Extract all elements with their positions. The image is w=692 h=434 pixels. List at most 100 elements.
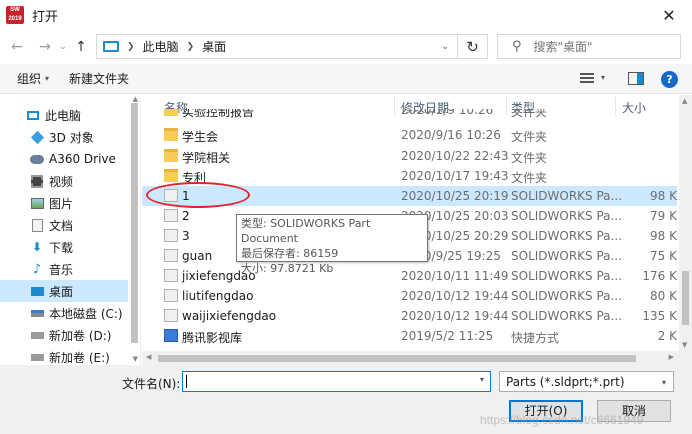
recent-locations-chevron-icon[interactable]: ⌄ — [56, 42, 70, 52]
solidworks-app-icon: SW 2019 — [6, 6, 24, 24]
file-type: 文件夹 — [511, 130, 548, 144]
file-row[interactable]: 学院相关 2020/10/22 22:43 文件夹 — [142, 146, 677, 166]
sidebar-item-3d-objects[interactable]: 3D 对象 — [0, 126, 128, 148]
file-row[interactable]: waijixiefengdao 2020/10/12 19:44 SOLIDWO… — [142, 306, 677, 326]
drive-icon — [30, 350, 44, 364]
sidebar-item-pictures[interactable]: 图片 — [0, 192, 128, 214]
navigation-pane: 此电脑 3D 对象 A360 Drive 视频 图片 文档 ⬇ 下载 ♪ 音乐 … — [0, 95, 141, 365]
cube-icon — [30, 130, 44, 144]
file-row[interactable]: 学生会 2020/9/16 10:26 文件夹 — [142, 125, 677, 145]
search-icon: ⚲ — [512, 39, 522, 54]
drive-icon — [30, 328, 44, 342]
scroll-up-icon[interactable]: ▲ — [682, 97, 687, 105]
file-name: waijixiefengdao — [182, 309, 277, 323]
up-arrow-icon[interactable]: ↑ — [70, 39, 92, 55]
file-row[interactable]: 腾讯影视库 2019/5/2 11:25 快捷方式 2 K — [142, 326, 677, 346]
file-type: SOLIDWORKS Pa... — [511, 309, 622, 323]
folder-icon — [164, 169, 178, 182]
part-file-icon — [164, 309, 178, 322]
search-box[interactable]: ⚲ 搜索"桌面" — [497, 34, 681, 59]
file-size: 75 K — [650, 249, 677, 263]
window-title: 打开 — [32, 9, 59, 25]
horizontal-scroll-thumb[interactable] — [158, 355, 636, 362]
file-size: 80 K — [650, 289, 677, 303]
file-type: SOLIDWORKS Pa... — [511, 249, 622, 263]
file-row[interactable]: liutifengdao 2020/10/12 19:44 SOLIDWORKS… — [142, 286, 677, 306]
file-date: 2020/10/25 20:19 — [401, 189, 509, 203]
breadcrumb-desktop[interactable]: 桌面 — [202, 38, 226, 55]
back-arrow-icon[interactable]: ← — [6, 39, 28, 55]
sidebar-item-a360-drive[interactable]: A360 Drive — [0, 148, 128, 170]
file-type-select[interactable]: Parts (*.sldprt;*.prt) ▾ — [499, 371, 674, 392]
help-icon[interactable]: ? — [661, 71, 678, 88]
tooltip-type: 类型: SOLIDWORKS Part Document — [241, 217, 371, 245]
file-date: 2020/10/17 19:43 — [401, 169, 509, 183]
sidebar-item-desktop[interactable]: 桌面 — [0, 280, 128, 302]
scroll-left-icon[interactable]: ◀ — [146, 353, 151, 361]
filename-label: 文件名(N): — [122, 377, 181, 391]
file-date: 2020/9/16 10:26 — [401, 128, 501, 142]
file-list-scroll-thumb[interactable] — [682, 271, 689, 325]
scroll-down-icon[interactable]: ▼ — [133, 355, 138, 363]
sidebar-item-label: 3D 对象 — [49, 130, 94, 145]
folder-icon — [164, 109, 178, 116]
file-size: 98 K — [650, 229, 677, 243]
file-size: 135 K — [642, 309, 677, 323]
file-type: 快捷方式 — [511, 331, 560, 345]
scroll-up-icon[interactable]: ▲ — [133, 95, 138, 103]
address-bar[interactable]: ❯ 此电脑 ❯ 桌面 ⌄ — [96, 34, 458, 59]
sidebar-item-label: 本地磁盘 (C:) — [49, 306, 123, 321]
download-icon: ⬇ — [31, 240, 43, 254]
file-name: 学生会 — [182, 130, 219, 144]
sidebar-scrollbar[interactable]: ▲ ▼ — [128, 95, 140, 365]
file-name: 腾讯影视库 — [182, 331, 243, 345]
chevron-down-icon[interactable]: ▾ — [601, 73, 605, 82]
file-list-scrollbar[interactable]: ▲ ▼ — [679, 95, 692, 351]
chevron-right-icon[interactable]: ❯ — [187, 42, 195, 52]
horizontal-scrollbar[interactable]: ◀ ▶ — [142, 351, 692, 365]
sidebar-item-downloads[interactable]: ⬇ 下载 — [0, 236, 128, 258]
refresh-button[interactable]: ↻ — [458, 34, 488, 59]
video-icon — [30, 174, 44, 188]
file-size: 176 K — [642, 269, 677, 283]
music-icon: ♪ — [32, 261, 42, 277]
sidebar-item-volume-d[interactable]: 新加卷 (D:) — [0, 324, 128, 346]
new-folder-button[interactable]: 新建文件夹 — [69, 70, 129, 87]
folder-icon — [164, 128, 178, 141]
sidebar-item-documents[interactable]: 文档 — [0, 214, 128, 236]
pc-icon — [103, 41, 119, 52]
folder-icon — [164, 149, 178, 162]
filename-input[interactable]: ▾ — [182, 371, 491, 392]
sidebar-item-music[interactable]: ♪ 音乐 — [0, 258, 128, 280]
file-info-tooltip: 类型: SOLIDWORKS Part Document 最后保存者: 8615… — [236, 214, 428, 275]
scroll-down-icon[interactable]: ▼ — [682, 341, 687, 349]
desktop-icon — [30, 284, 44, 298]
file-date: 2020/10/12 19:44 — [401, 289, 509, 303]
file-row[interactable]: 实验控制报告 2020/1/9 10:26 文件夹 — [142, 109, 677, 121]
file-date: 2020/10/22 22:43 — [401, 149, 509, 163]
part-file-icon — [164, 269, 178, 282]
file-date: 2020/1/9 10:26 — [401, 109, 494, 117]
file-type: 文件夹 — [511, 151, 548, 165]
organize-button[interactable]: 组织 ▾ — [17, 70, 49, 87]
chevron-down-icon[interactable]: ▾ — [480, 375, 484, 384]
close-button[interactable]: ✕ — [646, 0, 692, 30]
file-type: SOLIDWORKS Pa... — [511, 209, 622, 223]
sidebar-item-local-disk-c[interactable]: 本地磁盘 (C:) — [0, 302, 128, 324]
preview-pane-icon[interactable] — [628, 72, 644, 85]
chevron-right-icon[interactable]: ❯ — [127, 42, 135, 52]
sidebar-item-this-pc[interactable]: 此电脑 — [0, 104, 128, 126]
chevron-down-icon[interactable]: ⌄ — [441, 42, 449, 52]
sidebar-scroll-thumb[interactable] — [131, 103, 138, 343]
file-type: 文件夹 — [511, 109, 548, 119]
sidebar-item-videos[interactable]: 视频 — [0, 170, 128, 192]
forward-arrow-icon[interactable]: → — [34, 39, 56, 55]
new-folder-label: 新建文件夹 — [69, 72, 130, 86]
file-size: 2 K — [657, 329, 677, 343]
breadcrumb-this-pc[interactable]: 此电脑 — [143, 38, 179, 55]
view-options-icon[interactable] — [580, 73, 594, 85]
command-bar: 组织 ▾ 新建文件夹 ▾ ? — [0, 64, 692, 94]
title-bar: SW 2019 打开 ✕ — [0, 0, 692, 30]
scroll-right-icon[interactable]: ▶ — [669, 353, 674, 361]
file-date: 2020/10/12 19:44 — [401, 309, 509, 323]
